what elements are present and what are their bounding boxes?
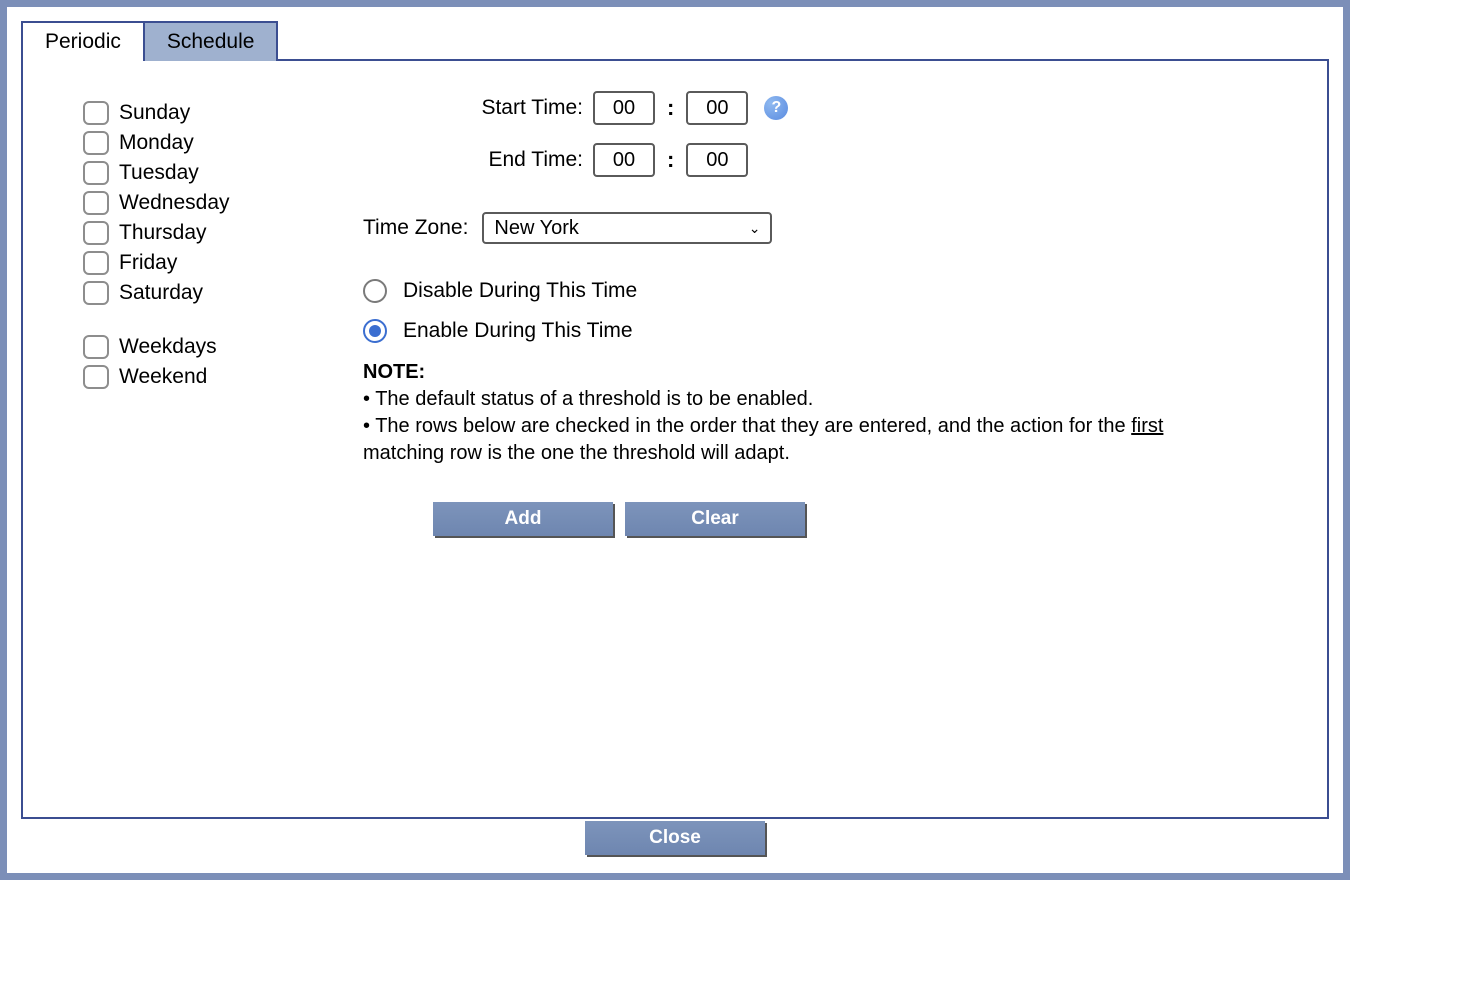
tab-periodic[interactable]: Periodic [21, 21, 145, 61]
label-sunday: Sunday [119, 101, 190, 125]
start-time-hour-input[interactable] [593, 91, 655, 125]
timezone-select[interactable]: New York ⌄ [482, 212, 772, 244]
time-colon: : [665, 95, 676, 121]
checkbox-row-thursday: Thursday [83, 221, 283, 245]
tab-schedule[interactable]: Schedule [143, 21, 279, 61]
start-time-row: Start Time: : ? [363, 91, 1297, 125]
label-saturday: Saturday [119, 281, 203, 305]
end-time-row: End Time: : [363, 143, 1297, 177]
close-wrap: Close [7, 821, 1343, 855]
radio-row-disable: Disable During This Time [363, 279, 1297, 303]
close-button[interactable]: Close [585, 821, 765, 855]
label-weekdays: Weekdays [119, 335, 217, 359]
note-bullet-2-pre: • The rows below are checked in the orde… [363, 415, 1131, 437]
checkbox-row-sunday: Sunday [83, 101, 283, 125]
start-time-minute-input[interactable] [686, 91, 748, 125]
tab-content: Sunday Monday Tuesday Wednesday [21, 59, 1329, 819]
checkbox-row-tuesday: Tuesday [83, 161, 283, 185]
end-time-minute-input[interactable] [686, 143, 748, 177]
note-title: NOTE: [363, 361, 425, 383]
label-thursday: Thursday [119, 221, 207, 245]
radio-enable[interactable] [363, 319, 387, 343]
timezone-selected-value: New York [494, 217, 579, 240]
checkbox-wednesday[interactable] [83, 191, 109, 215]
checkbox-tuesday[interactable] [83, 161, 109, 185]
add-button[interactable]: Add [433, 502, 613, 536]
radio-enable-label: Enable During This Time [403, 319, 633, 343]
checkbox-weekend[interactable] [83, 365, 109, 389]
checkbox-row-weekdays: Weekdays [83, 335, 283, 359]
label-weekend: Weekend [119, 365, 207, 389]
checkbox-row-weekend: Weekend [83, 365, 283, 389]
dialog-frame: Periodic Schedule Sunday Monday Tuesd [0, 0, 1350, 880]
end-time-label: End Time: [363, 148, 583, 172]
help-icon[interactable]: ? [764, 96, 788, 120]
label-friday: Friday [119, 251, 177, 275]
radio-disable[interactable] [363, 279, 387, 303]
label-monday: Monday [119, 131, 194, 155]
timezone-label: Time Zone: [363, 216, 468, 240]
radio-disable-label: Disable During This Time [403, 279, 637, 303]
note-bullet-2-underline: first [1131, 415, 1163, 437]
days-column: Sunday Monday Tuesday Wednesday [83, 91, 283, 536]
checkbox-row-friday: Friday [83, 251, 283, 275]
label-tuesday: Tuesday [119, 161, 199, 185]
checkbox-monday[interactable] [83, 131, 109, 155]
checkbox-row-wednesday: Wednesday [83, 191, 283, 215]
chevron-down-icon: ⌄ [749, 220, 761, 237]
checkbox-saturday[interactable] [83, 281, 109, 305]
start-time-label: Start Time: [363, 96, 583, 120]
radio-row-enable: Enable During This Time [363, 319, 1297, 343]
time-colon: : [665, 147, 676, 173]
checkbox-row-saturday: Saturday [83, 281, 283, 305]
checkbox-thursday[interactable] [83, 221, 109, 245]
label-wednesday: Wednesday [119, 191, 230, 215]
timezone-row: Time Zone: New York ⌄ [363, 212, 1297, 244]
tab-row: Periodic Schedule [21, 21, 1329, 61]
checkbox-friday[interactable] [83, 251, 109, 275]
checkbox-sunday[interactable] [83, 101, 109, 125]
tabs-wrap: Periodic Schedule Sunday Monday Tuesd [21, 21, 1329, 821]
note-bullet-2-post: matching row is the one the threshold wi… [363, 442, 790, 464]
note-bullet-1: • The default status of a threshold is t… [363, 388, 813, 410]
checkbox-weekdays[interactable] [83, 335, 109, 359]
clear-button[interactable]: Clear [625, 502, 805, 536]
checkbox-row-monday: Monday [83, 131, 283, 155]
button-row: Add Clear [433, 502, 1297, 536]
content-cols: Sunday Monday Tuesday Wednesday [83, 91, 1297, 536]
end-time-hour-input[interactable] [593, 143, 655, 177]
settings-column: Start Time: : ? End Time: : Time Zone: [363, 91, 1297, 536]
note-block: NOTE: • The default status of a threshol… [363, 359, 1173, 467]
